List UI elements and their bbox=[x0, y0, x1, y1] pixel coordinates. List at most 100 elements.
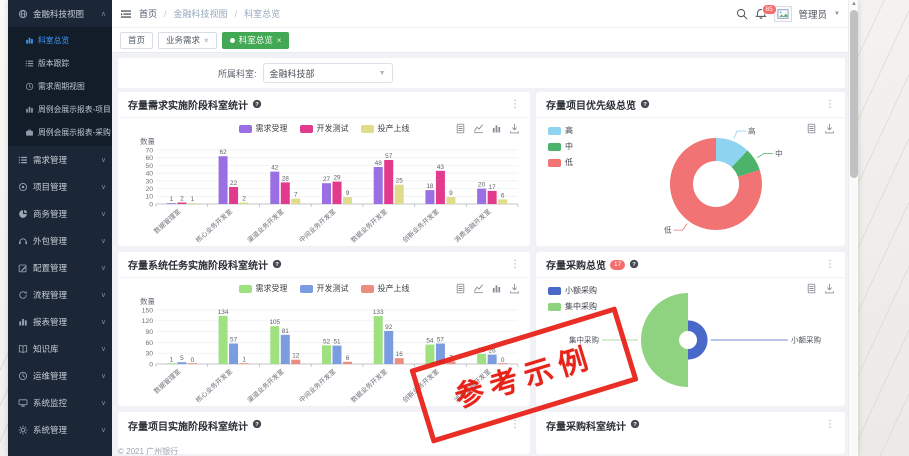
svg-text:低: 低 bbox=[664, 225, 672, 235]
toolbox-download-icon[interactable] bbox=[824, 283, 835, 294]
svg-text:43: 43 bbox=[437, 164, 445, 171]
tab-active-dot bbox=[230, 38, 235, 43]
legend-item[interactable]: 高 bbox=[548, 125, 573, 136]
tab[interactable]: 科室总览× bbox=[222, 32, 290, 49]
more-icon[interactable]: ⋮ bbox=[825, 100, 835, 110]
toolbox-download-icon[interactable] bbox=[509, 123, 520, 134]
sidebar-group[interactable]: 金融科技视图 ∧ bbox=[8, 0, 112, 27]
clock-icon bbox=[25, 82, 34, 91]
breadcrumb-view[interactable]: 金融科技视图 bbox=[174, 7, 228, 20]
scrollbar-up-icon[interactable]: ▲ bbox=[849, 1, 859, 7]
legend-label: 需求受理 bbox=[256, 123, 288, 134]
chevron-icon: ∨ bbox=[101, 345, 106, 353]
sidebar-group-label: 商务管理 bbox=[33, 208, 67, 220]
toolbox-line-toggle-icon[interactable] bbox=[473, 283, 484, 294]
sidebar-item[interactable]: 周例会展示报表-项目 bbox=[8, 98, 112, 121]
sidebar-group[interactable]: 系统监控 ∨ bbox=[8, 389, 112, 416]
breadcrumb-home[interactable]: 首页 bbox=[139, 7, 157, 20]
list-icon bbox=[25, 59, 34, 68]
scrollbar-thumb[interactable] bbox=[850, 10, 858, 178]
sidebar-group[interactable]: 商务管理 ∨ bbox=[8, 200, 112, 227]
sidebar-group[interactable]: 外包管理 ∨ bbox=[8, 227, 112, 254]
sidebar-group[interactable]: 配置管理 ∨ bbox=[8, 254, 112, 281]
toolbox-data-view-icon[interactable] bbox=[806, 283, 817, 294]
svg-text:40: 40 bbox=[145, 171, 153, 178]
svg-text:创新业务开发室: 创新业务开发室 bbox=[400, 207, 441, 244]
tab-close-icon[interactable]: × bbox=[277, 36, 282, 45]
legend-chip bbox=[548, 127, 561, 135]
more-icon[interactable]: ⋮ bbox=[825, 420, 835, 430]
svg-text:?: ? bbox=[275, 262, 279, 268]
legend-item[interactable]: 低 bbox=[548, 157, 573, 168]
sidebar-group[interactable]: 需求管理 ∨ bbox=[8, 146, 112, 173]
toolbox-bar-toggle-icon[interactable] bbox=[491, 123, 502, 134]
more-icon[interactable]: ⋮ bbox=[510, 100, 520, 110]
breadcrumb-current[interactable]: 科室总览 bbox=[244, 7, 280, 20]
legend-item[interactable]: 需求受理 bbox=[239, 283, 288, 294]
toolbox-download-icon[interactable] bbox=[509, 283, 520, 294]
bell-icon[interactable]: 85 bbox=[755, 8, 767, 20]
sidebar-item[interactable]: 科室总览 bbox=[8, 29, 112, 52]
panel-body: 需求受理 开发测试 投产上线 数量010203040506070121数据管理室… bbox=[118, 118, 530, 246]
legend-label: 中 bbox=[565, 141, 573, 152]
svg-text:数量: 数量 bbox=[140, 296, 155, 306]
count-badge: 17 bbox=[610, 260, 625, 270]
svg-text:30: 30 bbox=[145, 351, 153, 358]
legend-item[interactable]: 投产上线 bbox=[361, 123, 410, 134]
svg-text:16: 16 bbox=[396, 351, 404, 358]
menu-fold-icon[interactable] bbox=[120, 8, 132, 20]
legend-item[interactable]: 开发测试 bbox=[300, 123, 349, 134]
sidebar-item[interactable]: 周例会展示报表-采购 bbox=[8, 121, 112, 144]
legend-item[interactable]: 中 bbox=[548, 141, 573, 152]
legend-item[interactable]: 投产上线 bbox=[361, 283, 410, 294]
help-icon[interactable]: ? bbox=[640, 96, 650, 114]
sidebar-group[interactable]: 知识库 ∨ bbox=[8, 335, 112, 362]
sidebar-item[interactable]: 需求周期视图 bbox=[8, 75, 112, 98]
help-icon[interactable]: ? bbox=[630, 416, 640, 434]
department-select[interactable]: 金融科技部 ▼ bbox=[263, 63, 393, 83]
notification-badge: 85 bbox=[762, 4, 777, 15]
sidebar-group[interactable]: 报表管理 ∨ bbox=[8, 308, 112, 335]
toolbox-bar-toggle-icon[interactable] bbox=[491, 283, 502, 294]
tab-close-icon[interactable]: × bbox=[204, 36, 209, 45]
svg-text:高: 高 bbox=[748, 125, 756, 135]
svg-text:20: 20 bbox=[478, 182, 486, 189]
sidebar-group[interactable]: 系统管理 ∨ bbox=[8, 416, 112, 443]
legend-item[interactable]: 需求受理 bbox=[239, 123, 288, 134]
sidebar-group[interactable]: 运维管理 ∨ bbox=[8, 362, 112, 389]
toolbox-download-icon[interactable] bbox=[824, 123, 835, 134]
toolbox-data-view-icon[interactable] bbox=[455, 283, 466, 294]
sidebar-item-label: 科室总览 bbox=[38, 35, 69, 46]
briefcase-icon bbox=[25, 128, 34, 137]
help-icon[interactable]: ? bbox=[629, 256, 639, 274]
legend-item[interactable]: 开发测试 bbox=[300, 283, 349, 294]
sidebar-group[interactable]: 流程管理 ∨ bbox=[8, 281, 112, 308]
scrollbar[interactable]: ▲ bbox=[848, 0, 858, 456]
legend-item[interactable]: 小额采购 bbox=[548, 285, 597, 296]
svg-text:92: 92 bbox=[385, 324, 393, 331]
svg-text:57: 57 bbox=[230, 337, 238, 344]
toolbox-data-view-icon[interactable] bbox=[806, 123, 817, 134]
help-icon[interactable]: ? bbox=[252, 96, 262, 114]
help-icon[interactable]: ? bbox=[252, 416, 262, 434]
sidebar-group[interactable]: 项目管理 ∨ bbox=[8, 173, 112, 200]
toolbox-data-view-icon[interactable] bbox=[455, 123, 466, 134]
svg-text:数据业务开发室: 数据业务开发室 bbox=[349, 367, 390, 404]
tab[interactable]: 首页 bbox=[120, 32, 153, 49]
more-icon[interactable]: ⋮ bbox=[510, 260, 520, 270]
toolbox-line-toggle-icon[interactable] bbox=[473, 123, 484, 134]
breadcrumb-separator: / bbox=[235, 9, 238, 19]
more-icon[interactable]: ⋮ bbox=[510, 420, 520, 430]
breadcrumb-separator: / bbox=[164, 9, 167, 19]
search-icon[interactable] bbox=[736, 8, 748, 20]
help-icon[interactable]: ? bbox=[272, 256, 282, 274]
username[interactable]: 管理员 bbox=[799, 7, 828, 21]
tab[interactable]: 业务需求× bbox=[158, 32, 217, 49]
sidebar-group-label: 报表管理 bbox=[33, 316, 67, 328]
more-icon[interactable]: ⋮ bbox=[825, 260, 835, 270]
cycle-icon bbox=[18, 290, 28, 300]
svg-text:2: 2 bbox=[180, 196, 184, 203]
legend-item[interactable]: 集中采购 bbox=[548, 301, 597, 312]
sidebar-item[interactable]: 版本跟踪 bbox=[8, 52, 112, 75]
chevron-down-icon[interactable]: ▼ bbox=[834, 11, 840, 17]
